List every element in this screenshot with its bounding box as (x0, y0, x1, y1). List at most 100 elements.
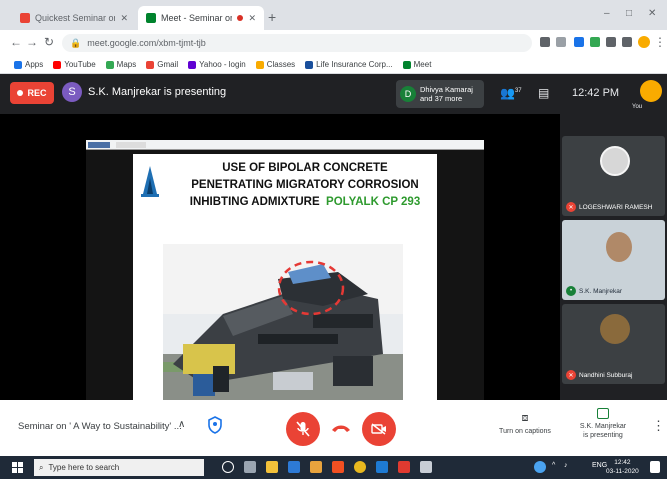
bookmark-maps[interactable]: Maps (105, 60, 136, 69)
presenter-avatar: S (62, 82, 82, 102)
participant-tile[interactable]: ✕ LOGESHWARI RAMESH (562, 136, 665, 216)
meeting-title[interactable]: Seminar on ' A Way to Sustainability' ..… (18, 421, 182, 432)
reload-icon[interactable]: ↻ (44, 35, 54, 49)
windows-start-icon[interactable] (12, 462, 23, 473)
folder-icon (255, 60, 264, 69)
joined-notification[interactable]: D Dhivya Kamaraj and 37 more (396, 80, 484, 108)
task-view-icon[interactable] (244, 461, 256, 473)
chat-icon[interactable]: ▤ (538, 86, 549, 100)
back-icon[interactable]: ← (10, 35, 22, 49)
taskbar-clock[interactable]: 12:42 03-11-2020 (606, 458, 639, 476)
people-icon[interactable]: 👥37 (500, 86, 522, 100)
tab-title: Meet - Seminar on ' A Way t... (161, 13, 232, 23)
profile-avatar[interactable] (638, 36, 650, 48)
gmail-icon (20, 13, 30, 23)
meet-control-bar: Seminar on ' A Way to Sustainability' ..… (0, 400, 667, 456)
pdf-icon[interactable] (398, 461, 410, 473)
yahoo-icon (188, 60, 197, 69)
shield-icon[interactable] (208, 416, 222, 434)
meeting-clock: 12:42 PM (572, 87, 620, 99)
network-icon[interactable] (534, 461, 546, 473)
joined-name: Dhivya Kamaraj (420, 85, 473, 94)
company-logo (139, 164, 161, 198)
presentation-slide: USE OF BIPOLAR CONCRETE PENETRATING MIGR… (133, 154, 437, 400)
tab-meet[interactable]: Meet - Seminar on ' A Way t... ✕ (138, 6, 264, 30)
close-tab-icon[interactable]: ✕ (120, 13, 128, 24)
leave-call-button[interactable] (324, 412, 358, 446)
mail-icon[interactable] (288, 461, 300, 473)
meet-icon (146, 13, 156, 23)
document-icon[interactable] (420, 461, 432, 473)
tab-gmail[interactable]: Quickest Seminar on ' A Way t... ✕ (12, 6, 136, 30)
search-placeholder: Type here to search (48, 463, 120, 472)
notifications-icon[interactable] (650, 461, 660, 473)
muted-mic-icon (296, 421, 310, 437)
app-icon[interactable] (310, 461, 322, 473)
url-field[interactable]: 🔒 meet.google.com/xbm-tjmt-tjb (62, 34, 532, 52)
participant-name: LOGESHWARI RAMESH (579, 203, 653, 211)
hang-up-icon (332, 425, 350, 432)
joined-avatar: D (400, 86, 416, 102)
present-screen-icon (597, 408, 609, 419)
youtube-icon (53, 60, 62, 69)
forward-icon[interactable]: → (26, 35, 38, 49)
participant-avatar (600, 146, 630, 176)
chevron-up-icon[interactable]: ∧ (178, 419, 185, 430)
muted-mic-icon: ✕ (566, 202, 576, 212)
taskbar-search[interactable]: ⌕ Type here to search (34, 459, 204, 476)
presentation-stage: USE OF BIPOLAR CONCRETE PENETRATING MIGR… (0, 114, 560, 400)
minimize-button[interactable]: – (604, 8, 610, 19)
bookmark-youtube[interactable]: YouTube (53, 60, 96, 69)
bookmark-lic[interactable]: Life Insurance Corp... (305, 60, 393, 69)
windows-taskbar: ⌕ Type here to search ^ ♪ ENG 12:42 03-1… (0, 456, 667, 479)
captions-button[interactable]: ⧈ Turn on captions (490, 412, 560, 435)
extensions-puzzle-icon[interactable] (606, 37, 616, 47)
bookmark-classes[interactable]: Classes (255, 60, 295, 69)
recording-badge: REC (10, 82, 54, 104)
camera-icon[interactable] (540, 37, 550, 47)
chrome-icon[interactable] (354, 461, 366, 473)
participant-name: S.K. Manjrekar (579, 287, 622, 295)
meet-icon (402, 60, 411, 69)
record-dot-icon (17, 90, 24, 96)
participant-tile[interactable]: ✕ Nandhini Subburaj (562, 304, 665, 384)
menu-icon[interactable]: ⋮ (654, 35, 666, 49)
joined-more: and 37 more (420, 94, 463, 103)
close-tab-icon[interactable]: ✕ (248, 13, 256, 24)
bookmark-apps[interactable]: Apps (14, 60, 43, 69)
media-icon[interactable] (622, 37, 632, 47)
captions-icon: ⧈ (521, 412, 529, 424)
tab-title: Quickest Seminar on ' A Way t... (35, 13, 115, 23)
more-options-icon[interactable]: ⋮ (652, 418, 665, 434)
maximize-button[interactable]: □ (626, 8, 632, 19)
apps-icon (14, 60, 22, 69)
participant-tile[interactable]: • S.K. Manjrekar (562, 220, 665, 300)
language-indicator[interactable]: ENG (592, 462, 607, 469)
mic-toggle-button[interactable] (286, 412, 320, 446)
chevron-up-icon[interactable]: ^ (552, 462, 555, 469)
new-tab-button[interactable]: + (268, 9, 276, 25)
close-window-button[interactable]: ✕ (648, 8, 656, 19)
cortana-icon[interactable] (222, 461, 234, 473)
volume-icon[interactable]: ♪ (564, 462, 568, 469)
bookmark-meet[interactable]: Meet (402, 60, 431, 69)
bookmark-yahoo[interactable]: Yahoo - login (188, 60, 246, 69)
office-icon[interactable] (332, 461, 344, 473)
extension-icon[interactable] (574, 37, 584, 47)
bookmark-gmail[interactable]: Gmail (146, 60, 178, 69)
participant-video (606, 232, 632, 262)
bookmarks-bar: Apps YouTube Maps Gmail Yahoo - login Cl… (0, 56, 667, 74)
slide-title: USE OF BIPOLAR CONCRETE PENETRATING MIGR… (189, 162, 421, 208)
participants-column: ✕ LOGESHWARI RAMESH • S.K. Manjrekar ✕ N… (560, 114, 667, 400)
present-now-button[interactable]: S.K. Manjrekar is presenting (570, 408, 636, 440)
camera-toggle-button[interactable] (362, 412, 396, 446)
concrete-mixer-photo (163, 244, 403, 400)
word-icon[interactable] (376, 461, 388, 473)
camera-off-icon (371, 423, 386, 435)
self-avatar[interactable] (640, 80, 662, 102)
star-icon[interactable] (556, 37, 566, 47)
file-explorer-icon[interactable] (266, 461, 278, 473)
extension-icon[interactable] (590, 37, 600, 47)
lic-icon (305, 60, 314, 69)
address-bar-row: ← → ↻ 🔒 meet.google.com/xbm-tjmt-tjb ⋮ (0, 30, 667, 56)
